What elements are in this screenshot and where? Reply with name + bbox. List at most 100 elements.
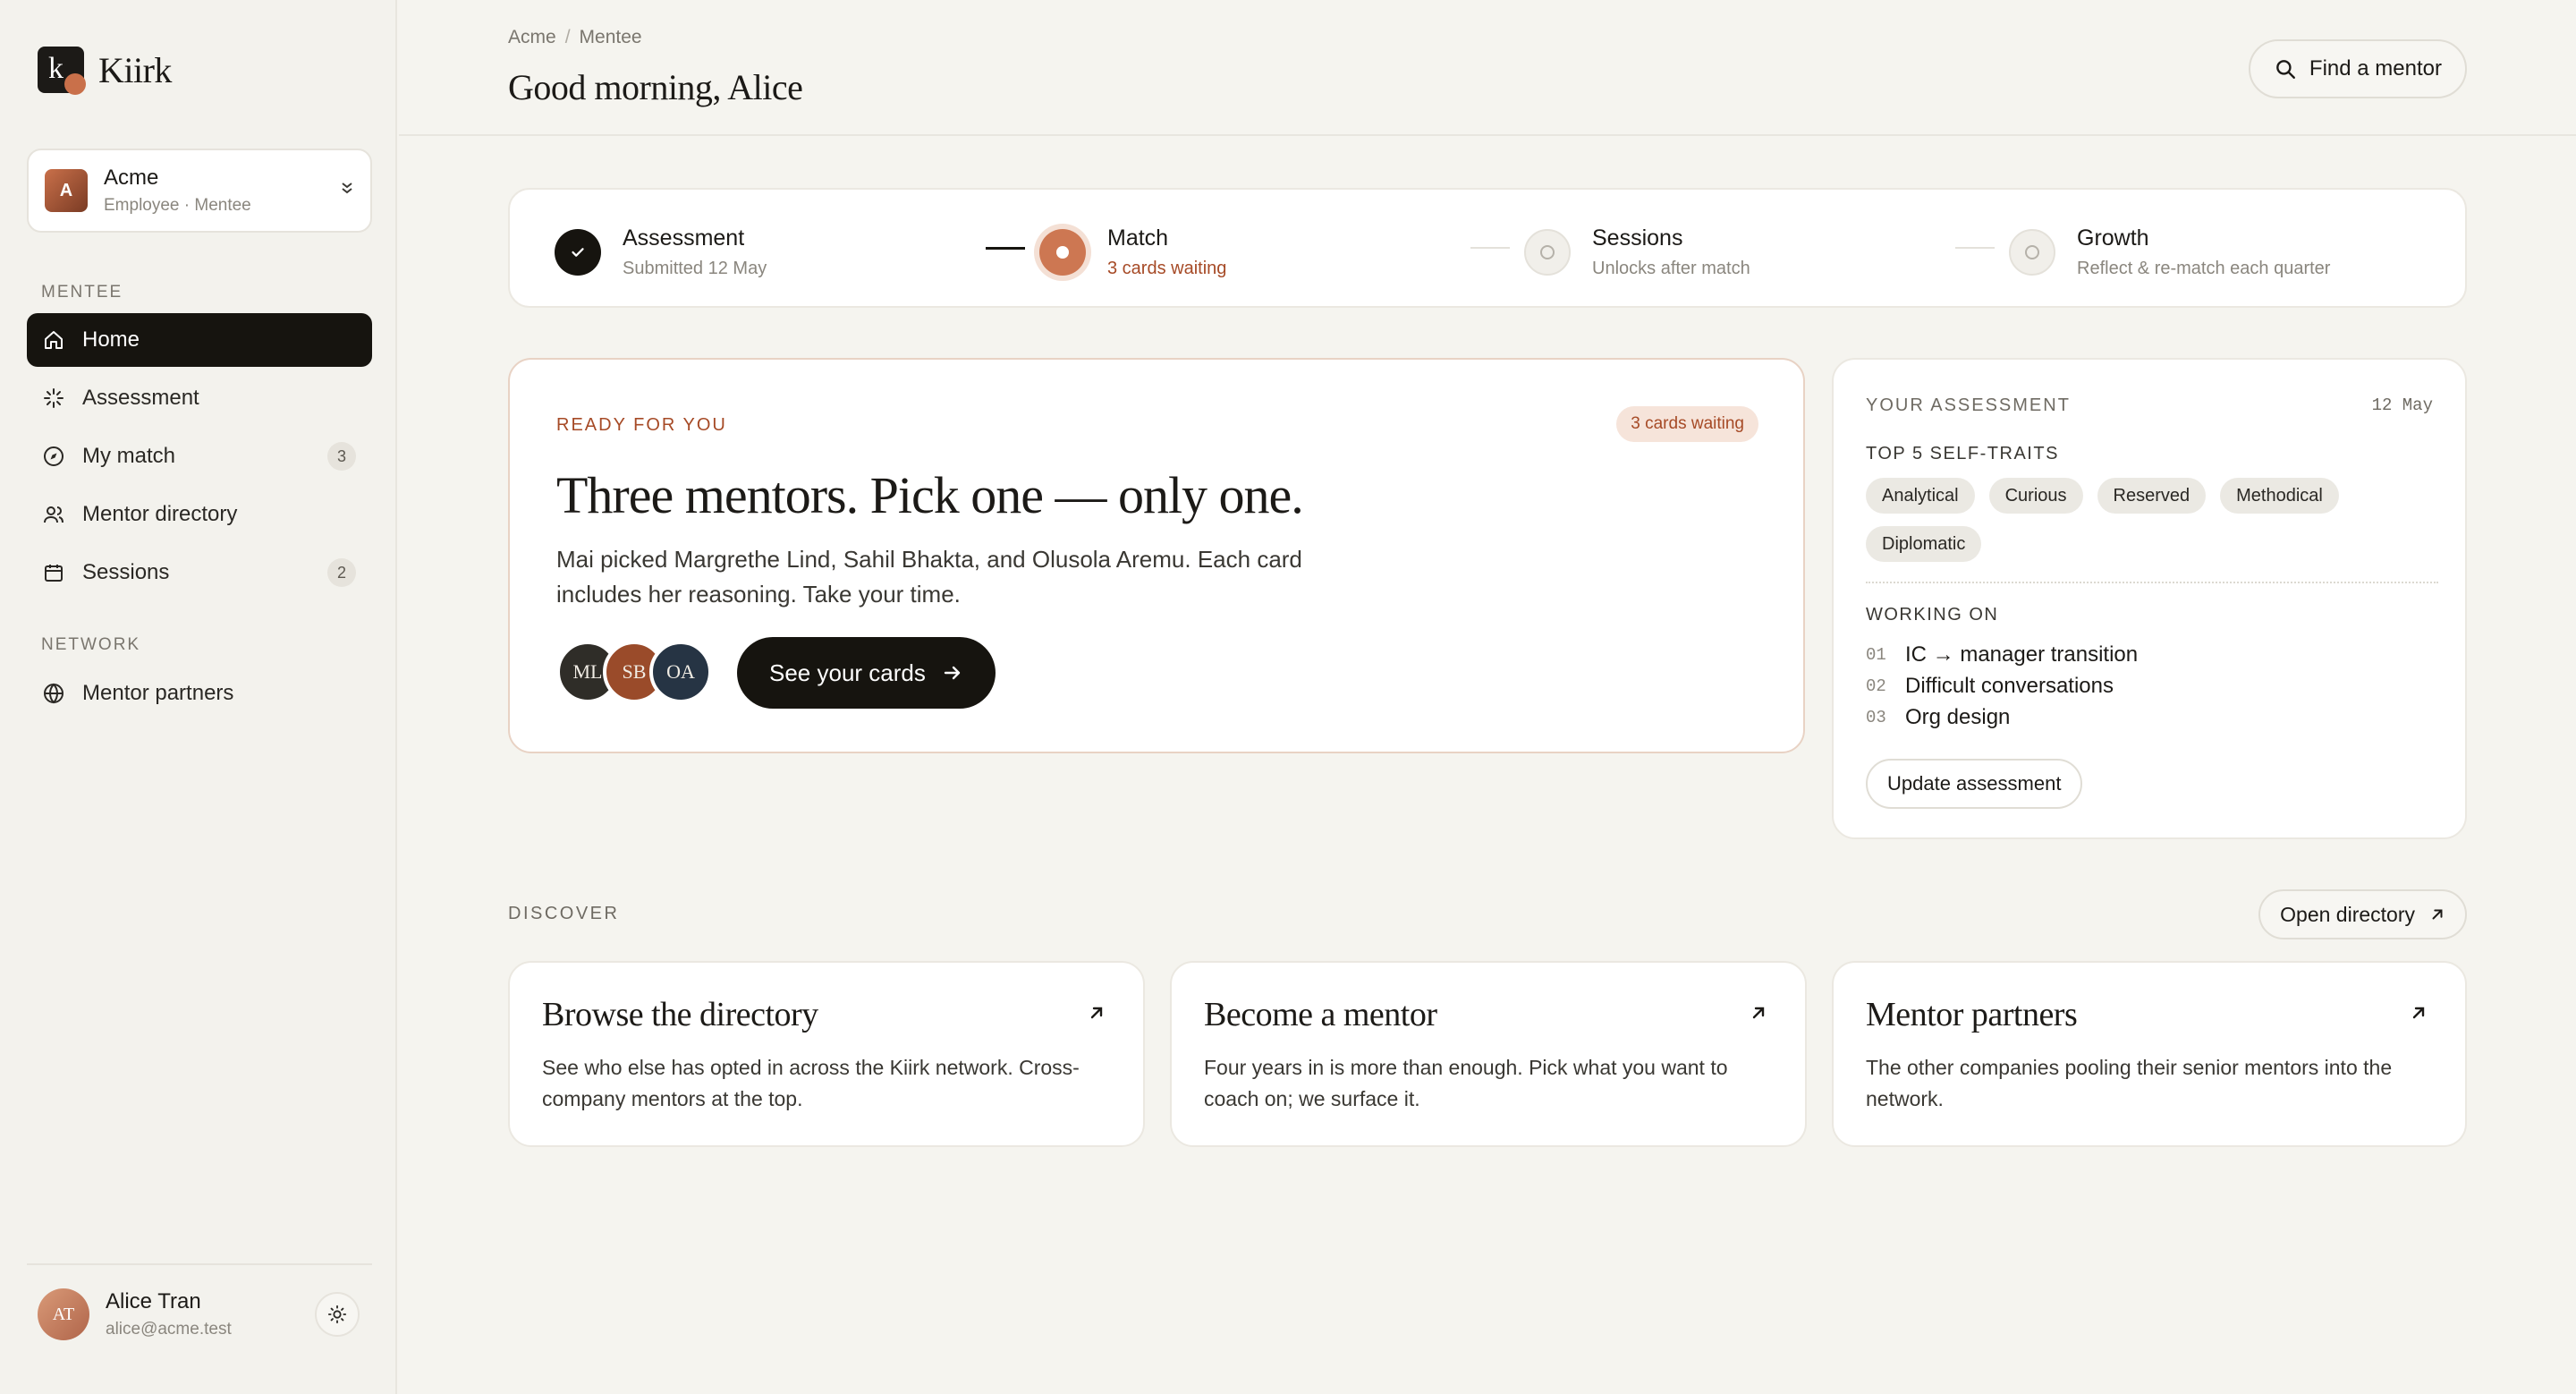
list-number: 03	[1866, 707, 1886, 727]
discover-card-become-mentor[interactable]: Become a mentor Four years in is more th…	[1170, 961, 1807, 1147]
compass-icon	[43, 446, 64, 467]
open-directory-label: Open directory	[2280, 902, 2415, 926]
trait-chip: Methodical	[2220, 478, 2339, 514]
count-badge: 2	[327, 558, 356, 587]
list-text: Difficult conversations	[1905, 673, 2114, 698]
sun-icon	[327, 1305, 347, 1324]
card-body: See who else has opted in across the Kii…	[542, 1056, 1080, 1110]
avatar: OA	[649, 641, 712, 703]
breadcrumb-item[interactable]: Mentee	[580, 27, 642, 47]
sidebar-item-mentor-partners[interactable]: Mentor partners	[27, 667, 372, 720]
nav-section-network: NETWORK	[41, 635, 141, 654]
cta-label: See your cards	[769, 659, 926, 686]
step-text: Sessions Unlocks after match	[1592, 225, 1750, 279]
arrow-up-right-icon	[2432, 909, 2443, 920]
list-number: 01	[1866, 644, 1886, 665]
sidebar-item-my-match[interactable]: My match 3	[27, 429, 372, 483]
people-icon	[43, 504, 64, 525]
list-number: 02	[1866, 676, 1886, 696]
breadcrumb-separator: /	[564, 27, 571, 47]
working-on-list: 01 IC → manager transition 02 Difficult …	[1866, 639, 2138, 733]
org-switcher[interactable]: A Acme Employee · Mentee	[27, 149, 372, 233]
assessment-date: 12 May	[2371, 395, 2433, 415]
user-name: Alice Tran	[106, 1289, 201, 1313]
home-icon	[43, 329, 64, 351]
working-on-label: WORKING ON	[1866, 605, 1999, 625]
globe-icon	[43, 683, 64, 704]
list-text: Org design	[1905, 704, 2011, 729]
traits-label: TOP 5 SELF-TRAITS	[1866, 444, 2059, 463]
page-title: Good morning, Alice	[508, 67, 803, 107]
list-item: 01 IC → manager transition	[1866, 639, 2138, 670]
step-subtitle: Unlocks after match	[1592, 259, 1750, 278]
step-text: Growth Reflect & re-match each quarter	[2077, 225, 2330, 279]
nav-section-mentee: MENTEE	[41, 283, 123, 302]
brand[interactable]: k Kiirk	[38, 47, 172, 95]
assessment-eyebrow: YOUR ASSESSMENT	[1866, 395, 2071, 415]
sidebar-item-label: Mentor partners	[82, 681, 234, 705]
trait-chip: Analytical	[1866, 478, 1975, 514]
chevron-updown-icon	[340, 179, 354, 202]
update-assessment-button[interactable]: Update assessment	[1866, 759, 2083, 809]
open-directory-button[interactable]: Open directory	[2258, 889, 2467, 939]
step-title: Assessment	[623, 225, 745, 251]
step-title: Match	[1107, 225, 1169, 251]
progress-steps: Assessment Submitted 12 May Match 3 card…	[508, 188, 2467, 308]
breadcrumb-item[interactable]: Acme	[508, 27, 556, 47]
card-title: Browse the directory	[542, 996, 818, 1033]
arrow-right-icon	[944, 666, 961, 680]
pending-step-icon	[2009, 229, 2055, 276]
breadcrumb: Acme / Mentee	[508, 27, 642, 48]
sidebar-item-assessment[interactable]: Assessment	[27, 371, 372, 425]
sidebar-item-home[interactable]: Home	[27, 313, 372, 367]
step-subtitle: Submitted 12 May	[623, 259, 767, 278]
find-mentor-button[interactable]: Find a mentor	[2248, 39, 2467, 98]
sidebar-item-sessions[interactable]: Sessions 2	[27, 546, 372, 599]
brand-name: Kiirk	[98, 49, 172, 90]
arrow-up-right-icon	[1090, 1007, 1103, 1019]
find-mentor-label: Find a mentor	[2309, 56, 2442, 81]
discover-card-directory[interactable]: Browse the directory See who else has op…	[508, 961, 1145, 1147]
list-item: 03 Org design	[1866, 701, 2138, 733]
step-connector	[1955, 247, 1995, 249]
arrow-up-right-icon	[2412, 1007, 2425, 1019]
step-sessions[interactable]: Sessions Unlocks after match	[1524, 225, 1750, 279]
mentor-avatars: ML SB OA	[556, 641, 712, 703]
see-your-cards-button[interactable]: See your cards	[737, 637, 996, 709]
card-body: Four years in is more than enough. Pick …	[1204, 1056, 1728, 1110]
current-step-icon	[1039, 229, 1086, 276]
divider	[1866, 582, 2438, 583]
org-text: Acme Employee · Mentee	[104, 166, 340, 216]
sidebar-item-label: Home	[82, 327, 140, 352]
trait-chip: Curious	[1988, 478, 2083, 514]
sidebar-item-label: Assessment	[82, 386, 199, 410]
org-name: Acme	[104, 166, 159, 190]
user-profile[interactable]: AT Alice Tran alice@acme.test	[38, 1288, 360, 1340]
ready-eyebrow: READY FOR YOU	[556, 415, 727, 435]
ready-for-you-card: READY FOR YOU 3 cards waiting Three ment…	[508, 358, 1805, 753]
step-text: Match 3 cards waiting	[1107, 225, 1226, 279]
sidebar-item-mentor-directory[interactable]: Mentor directory	[27, 488, 372, 541]
discover-card-mentor-partners[interactable]: Mentor partners The other companies pool…	[1832, 961, 2467, 1147]
calendar-icon	[43, 562, 64, 583]
search-icon	[2276, 60, 2295, 79]
step-title: Growth	[2077, 225, 2149, 251]
ready-body: Mai picked Margrethe Lind, Sahil Bhakta,…	[556, 546, 1302, 608]
card-title: Mentor partners	[1866, 996, 2078, 1033]
step-assessment[interactable]: Assessment Submitted 12 May	[555, 225, 767, 279]
org-role: Employee · Mentee	[104, 196, 251, 215]
step-growth[interactable]: Growth Reflect & re-match each quarter	[2009, 225, 2330, 279]
step-match[interactable]: Match 3 cards waiting	[1039, 225, 1226, 279]
step-connector	[1470, 247, 1510, 249]
theme-toggle-button[interactable]	[315, 1292, 360, 1337]
step-text: Assessment Submitted 12 May	[623, 225, 767, 279]
step-connector	[986, 247, 1025, 250]
arrow-up-right-icon	[1752, 1007, 1765, 1019]
pending-step-icon	[1524, 229, 1571, 276]
step-subtitle: Reflect & re-match each quarter	[2077, 259, 2331, 278]
discover-label: DISCOVER	[508, 904, 620, 923]
list-text: IC → manager transition	[1905, 642, 2139, 667]
list-item: 02 Difficult conversations	[1866, 670, 2138, 701]
avatar: AT	[38, 1288, 89, 1340]
step-title: Sessions	[1592, 225, 1683, 251]
